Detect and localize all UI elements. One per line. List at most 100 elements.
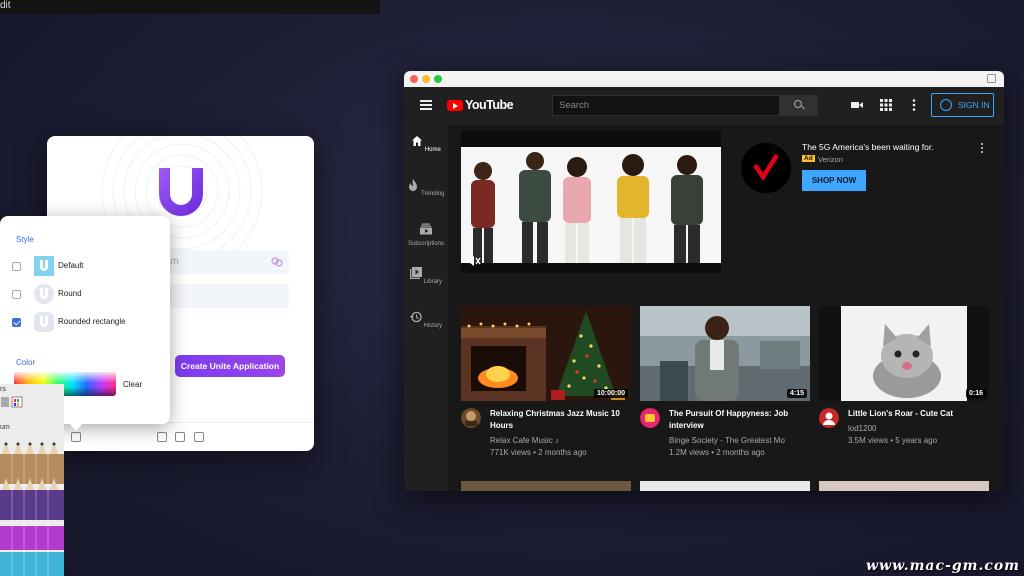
color-picker-panel: rs um [0, 384, 64, 576]
style-option-default[interactable]: Default [12, 256, 162, 278]
cute-cat-thumbnail [819, 306, 989, 401]
sidebar-label-trending: Trending [421, 191, 445, 197]
youtube-window: YouTube Search SIGN IN Home Trending Sub… [404, 71, 1004, 491]
rounded-rectangle-style-icon [34, 312, 54, 332]
search-input[interactable]: Search [552, 95, 780, 116]
sidebar-item-home[interactable]: Home [404, 135, 448, 153]
ad-options-icon[interactable] [981, 143, 983, 153]
video-duration: 0:16 [965, 389, 986, 398]
round-checkbox[interactable] [12, 290, 21, 299]
ad-video-people-image [461, 147, 721, 263]
name-field[interactable] [157, 284, 289, 308]
channel-avatar[interactable] [640, 408, 660, 428]
apps-grid-icon[interactable] [880, 99, 892, 111]
sidebar-label-history: History [423, 323, 443, 329]
video-duration: 4:15 [786, 389, 807, 398]
sidebar-label-subscriptions: Subscriptions [407, 241, 445, 247]
menubar-strip [0, 0, 380, 14]
channel-avatar[interactable] [461, 408, 481, 428]
video-duration: 10:00:00 [593, 389, 628, 398]
settings-kebab-icon[interactable] [908, 99, 920, 111]
style-title: Style [16, 235, 34, 244]
video-channel[interactable]: lod1200 [848, 424, 876, 433]
menubar-partial-label: dit [0, 0, 11, 11]
bottom-toolbar [47, 422, 314, 451]
youtube-logo-text: YouTube [465, 98, 514, 112]
sidebar-label-library: Library [423, 279, 442, 285]
history-icon [409, 311, 422, 323]
youtube-header: YouTube Search SIGN IN [404, 87, 1004, 125]
link-icon[interactable] [271, 256, 283, 268]
crayon-pencils-icon[interactable] [0, 440, 64, 576]
rounded-rectangle-checkbox[interactable] [12, 318, 21, 327]
channel-avatar[interactable] [819, 408, 839, 428]
video-thumbnail[interactable]: 10:00:00 [461, 306, 631, 401]
next-row-thumbnail[interactable] [819, 481, 989, 491]
next-row-thumbnail[interactable] [461, 481, 631, 491]
subscriptions-icon [420, 223, 432, 235]
round-style-icon [34, 284, 54, 304]
video-meta: 1.2M views • 2 months ago [669, 448, 765, 457]
create-video-icon[interactable] [851, 99, 863, 111]
style-option-round[interactable]: Round [12, 284, 162, 306]
url-field[interactable]: om [157, 250, 289, 274]
mute-icon[interactable] [467, 255, 481, 267]
sidebar-item-subscriptions[interactable]: Subscriptions [404, 223, 448, 247]
image-icon[interactable] [71, 432, 81, 442]
color-title: Color [16, 358, 36, 367]
round-label: Round [58, 289, 82, 298]
video-title[interactable]: The Pursuit Of Happyness: Job interview [669, 408, 807, 432]
ad-video-player[interactable] [461, 131, 721, 273]
close-window-button[interactable] [410, 75, 418, 83]
sign-in-label: SIGN IN [958, 100, 990, 110]
default-checkbox[interactable] [12, 262, 21, 271]
ad-video-frame [461, 147, 721, 263]
christmas-fireplace-thumbnail [461, 306, 631, 401]
window-share-icon[interactable] [987, 74, 996, 83]
popover-arrow [70, 424, 82, 431]
video-thumbnail[interactable]: 0:16 [819, 306, 989, 401]
sidebar-label-home: Home [424, 147, 441, 153]
account-icon [940, 99, 952, 111]
watermark-text: www.mac-gm.com [866, 558, 1020, 574]
next-row-thumbnail[interactable] [640, 481, 810, 491]
clear-button[interactable]: Clear [123, 380, 142, 389]
video-meta: 771K views • 2 months ago [490, 448, 587, 457]
ad-badge: Ad [802, 155, 815, 162]
video-title[interactable]: Relaxing Christmas Jazz Music 10 Hours [490, 408, 628, 432]
minimize-window-button[interactable] [422, 75, 430, 83]
camera-icon[interactable] [157, 432, 167, 442]
create-unite-application-button[interactable]: Create Unite Application [175, 355, 285, 377]
library-icon [409, 267, 422, 279]
youtube-main-feed: The 5G America's been waiting for. Ad Ve… [448, 125, 1004, 491]
video-thumbnail[interactable]: 4:15 [640, 306, 810, 401]
menu-icon[interactable] [420, 100, 432, 110]
job-interview-thumbnail [640, 306, 810, 401]
home-icon [412, 136, 423, 146]
shop-now-button[interactable]: SHOP NOW [802, 170, 866, 191]
screenshot-icon[interactable] [194, 432, 204, 442]
ad-title[interactable]: The 5G America's been waiting for. [802, 142, 934, 152]
search-button[interactable] [780, 95, 818, 116]
picker-label-1: rs [0, 386, 6, 393]
video-title[interactable]: Little Lion's Roar - Cute Cat [848, 408, 986, 420]
video-channel[interactable]: Relax Cafe Music ♪ [490, 436, 559, 445]
youtube-sidebar: Home Trending Subscriptions Library Hist… [404, 125, 448, 491]
style-option-rounded-rectangle[interactable]: Rounded rectangle [12, 312, 162, 334]
trending-icon [409, 179, 418, 191]
youtube-play-icon [447, 100, 463, 111]
sidebar-item-trending[interactable]: Trending [404, 179, 448, 197]
video-meta: 3.5M views • 5 years ago [848, 436, 938, 445]
sidebar-item-history[interactable]: History [404, 311, 448, 329]
zoom-window-button[interactable] [434, 75, 442, 83]
default-style-icon [34, 256, 54, 276]
video-channel[interactable]: Binge Society - The Greatest Mo [669, 436, 785, 445]
sign-in-button[interactable]: SIGN IN [931, 93, 994, 117]
rounded-rectangle-label: Rounded rectangle [58, 317, 126, 326]
sidebar-item-library[interactable]: Library [404, 267, 448, 285]
palette-icon[interactable] [0, 396, 24, 408]
verizon-logo-icon[interactable] [741, 143, 791, 193]
ad-advertiser: Verizon [818, 155, 844, 164]
copy-icon[interactable] [175, 432, 185, 442]
window-titlebar [404, 71, 1004, 87]
